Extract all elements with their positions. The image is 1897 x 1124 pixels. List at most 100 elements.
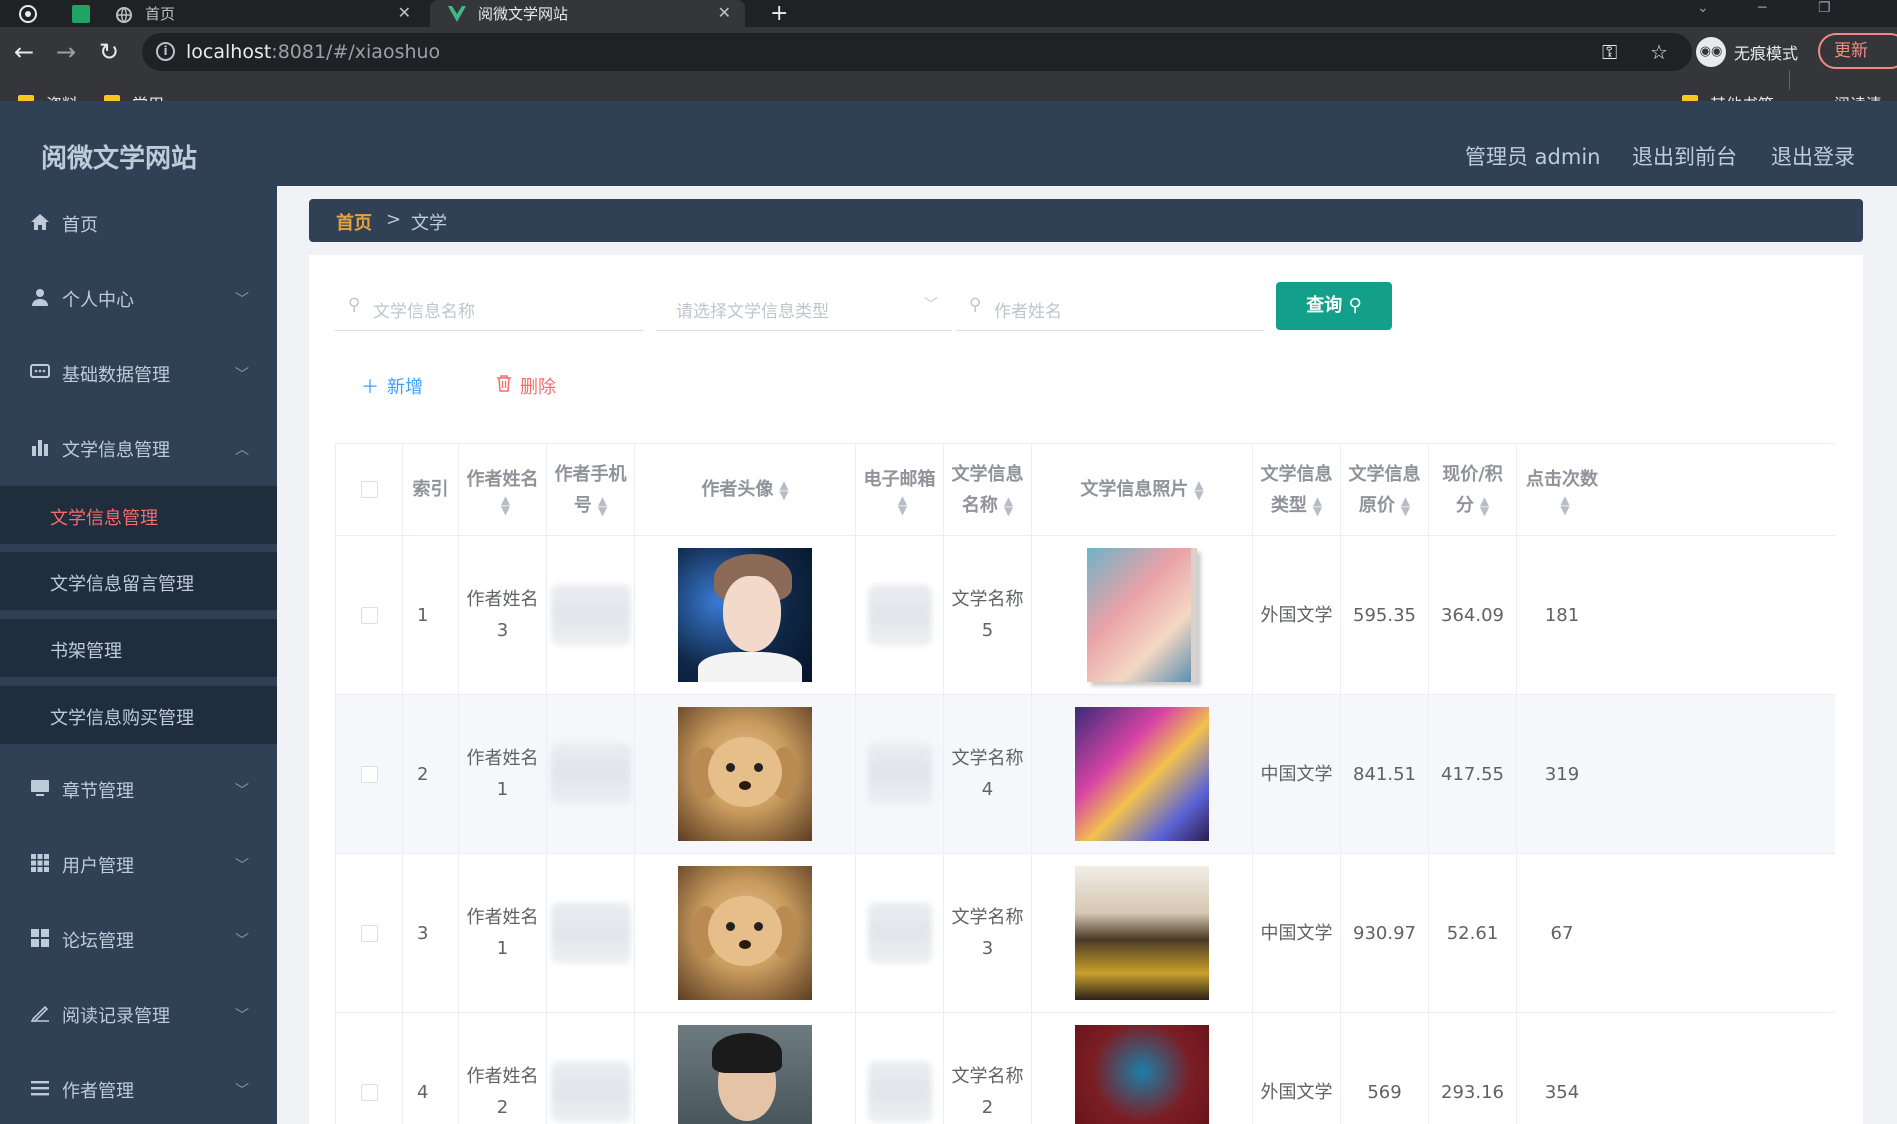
book-cover-image[interactable] xyxy=(1075,866,1209,1000)
cell-title: 文学名称 4 xyxy=(944,695,1032,853)
row-checkbox[interactable] xyxy=(360,1083,378,1101)
sidebar-subitem-bookshelf[interactable]: 书架管理 xyxy=(0,619,277,677)
th-label: 点击次数 xyxy=(1526,469,1598,490)
sort-icon[interactable]: ▲ ▼ xyxy=(1194,479,1203,501)
add-button[interactable]: ＋ 新增 xyxy=(361,373,423,399)
sidebar-item-reading-records[interactable]: 阅读记录管理 ﹀ xyxy=(0,986,277,1044)
book-cover-image[interactable] xyxy=(1075,1025,1209,1124)
table-row[interactable]: 2 作者姓名 1 文学名称 4 中国文学 841.51 417.55 319 xyxy=(336,695,1835,854)
table-row[interactable]: 4 作者姓名 2 文学名称 2 外国文学 569 293.16 354 xyxy=(336,1013,1835,1124)
th-type[interactable]: 文学信息 类型 ▲ ▼ xyxy=(1253,444,1341,535)
close-tab-icon[interactable]: ✕ xyxy=(718,3,731,22)
sort-icon[interactable]: ▲ ▼ xyxy=(1560,494,1569,516)
th-email[interactable]: 电子邮箱 ▲ ▼ xyxy=(856,444,944,535)
row-checkbox[interactable] xyxy=(360,765,378,783)
chevron-down-icon: ﹀ xyxy=(235,292,249,308)
sidebar-item-users[interactable]: 用户管理 ﹀ xyxy=(0,836,277,894)
logout-link[interactable]: 退出登录 xyxy=(1771,141,1855,171)
cell-line: 文学名称 xyxy=(951,907,1024,928)
sidebar-item-label: 个人中心 xyxy=(62,290,134,311)
cell-line: 1 xyxy=(496,938,509,959)
cell-author-name: 作者姓名 1 xyxy=(459,695,547,853)
th-label-line2: 名称 xyxy=(961,494,998,516)
th-clicks[interactable]: 点击次数 ▲ ▼ xyxy=(1517,444,1607,535)
author-avatar-image[interactable] xyxy=(678,1025,812,1124)
query-button[interactable]: 查询 ⚲ xyxy=(1276,282,1392,330)
cell-author-name: 作者姓名 3 xyxy=(459,536,547,694)
incognito-indicator[interactable]: ◉◉ 无痕模式 xyxy=(1696,33,1798,71)
sort-icon[interactable]: ▲ ▼ xyxy=(1401,495,1410,517)
tab-active-site[interactable]: 阅微文学网站 ✕ xyxy=(430,0,745,27)
back-arrow-icon[interactable]: ← xyxy=(14,38,34,66)
row-checkbox[interactable] xyxy=(360,606,378,624)
select-all-cell xyxy=(336,444,403,535)
th-original-price[interactable]: 文学信息 原价 ▲ ▼ xyxy=(1341,444,1429,535)
incognito-label: 无痕模式 xyxy=(1734,44,1799,63)
th-photo[interactable]: 文学信息照片 ▲ ▼ xyxy=(1032,444,1253,535)
cell-author-phone-blurred xyxy=(547,695,635,853)
forward-arrow-icon[interactable]: → xyxy=(56,38,76,66)
th-current-price[interactable]: 现价/积分 ▲ ▼ xyxy=(1429,444,1517,535)
home-icon xyxy=(29,213,51,236)
sidebar-item-authors[interactable]: 作者管理 ﹀ xyxy=(0,1061,277,1119)
chrome-logo-icon xyxy=(18,0,38,27)
sort-icon[interactable]: ▲ ▼ xyxy=(898,494,907,516)
bookmark-star-icon[interactable]: ☆ xyxy=(1650,40,1668,64)
author-avatar-image[interactable] xyxy=(678,866,812,1000)
sidebar-subitem-literature-info[interactable]: 文学信息管理 xyxy=(0,486,277,544)
tab-label: 阅微文学网站 xyxy=(478,5,569,23)
key-icon[interactable]: ⚿ xyxy=(1602,40,1617,64)
sidebar-item-forum[interactable]: 论坛管理 ﹀ xyxy=(0,911,277,969)
sort-icon[interactable]: ▲ ▼ xyxy=(501,494,510,516)
literature-name-search-input[interactable]: ⚲ 文学信息名称 xyxy=(335,281,643,331)
site-info-icon[interactable]: i xyxy=(156,42,175,61)
breadcrumb-home[interactable]: 首页 xyxy=(336,209,372,235)
cell-line: 作者姓名 xyxy=(466,907,539,928)
reload-icon[interactable]: ↻ xyxy=(99,38,119,66)
th-author-phone[interactable]: 作者手机号 ▲ ▼ xyxy=(547,444,635,535)
sidebar-subitem-purchases[interactable]: 文学信息购买管理 xyxy=(0,686,277,744)
exit-to-front-link[interactable]: 退出到前台 xyxy=(1632,141,1737,171)
pen-icon xyxy=(29,1004,51,1027)
th-title[interactable]: 文学信息 名称 ▲ ▼ xyxy=(944,444,1032,535)
sort-icon[interactable]: ▲ ▼ xyxy=(779,479,788,501)
new-tab-button[interactable]: + xyxy=(770,0,788,27)
sort-icon[interactable]: ▲ ▼ xyxy=(598,495,607,517)
url-host: localhost xyxy=(186,41,272,63)
author-avatar-image[interactable] xyxy=(678,548,812,682)
book-cover-image[interactable] xyxy=(1075,707,1209,841)
sidebar-item-basic-data[interactable]: 基础数据管理 ﹀ xyxy=(0,345,277,403)
th-author-name[interactable]: 作者姓名 ▲ ▼ xyxy=(459,444,547,535)
tab-search-icon[interactable]: ⌄ xyxy=(1697,0,1709,16)
tab-home[interactable]: 首页 ✕ xyxy=(115,0,425,27)
cell-clicks: 354 xyxy=(1544,1081,1580,1103)
literature-type-select[interactable]: 请选择文学信息类型 ﹀ xyxy=(656,281,952,331)
row-checkbox[interactable] xyxy=(360,924,378,942)
update-button[interactable]: 更新 xyxy=(1818,33,1897,69)
restore-icon[interactable]: ❐ xyxy=(1818,0,1831,16)
author-avatar-image[interactable] xyxy=(678,707,812,841)
minimize-icon[interactable]: ─ xyxy=(1758,0,1766,16)
author-name-search-input[interactable]: ⚲ 作者姓名 xyxy=(956,281,1264,331)
cell-author-avatar xyxy=(635,695,856,853)
sort-icon[interactable]: ▲ ▼ xyxy=(1480,495,1489,517)
cell-type: 外国文学 xyxy=(1253,536,1341,694)
table-row[interactable]: 3 作者姓名 1 文学名称 3 中国文学 930.97 52.61 67 xyxy=(336,854,1835,1013)
cell-line: 3 xyxy=(981,938,994,959)
book-cover-image[interactable] xyxy=(1087,548,1197,682)
delete-button[interactable]: 删除 xyxy=(496,373,556,399)
sidebar-item-home[interactable]: 首页 xyxy=(0,195,277,253)
sidebar-item-literature[interactable]: 文学信息管理 ︿ xyxy=(0,420,277,478)
sort-icon[interactable]: ▲ ▼ xyxy=(1004,495,1013,517)
th-author-avatar[interactable]: 作者头像 ▲ ▼ xyxy=(635,444,856,535)
sheets-tab-icon[interactable] xyxy=(72,0,90,27)
table-row[interactable]: 1 作者姓名 3 文学名称 5 外国文学 595.35 364.09 181 xyxy=(336,536,1835,695)
sidebar-item-profile[interactable]: 个人中心 ﹀ xyxy=(0,270,277,328)
select-all-checkbox[interactable] xyxy=(360,481,378,498)
close-tab-icon[interactable]: ✕ xyxy=(398,3,411,22)
sidebar-subitem-comments[interactable]: 文学信息留言管理 xyxy=(0,552,277,610)
admin-label: 管理员 admin xyxy=(1465,145,1601,169)
address-bar[interactable]: i localhost:8081/#/xiaoshuo ⚿ ☆ xyxy=(142,33,1692,71)
sort-icon[interactable]: ▲ ▼ xyxy=(1313,495,1322,517)
sidebar-item-chapters[interactable]: 章节管理 ﹀ xyxy=(0,761,277,819)
